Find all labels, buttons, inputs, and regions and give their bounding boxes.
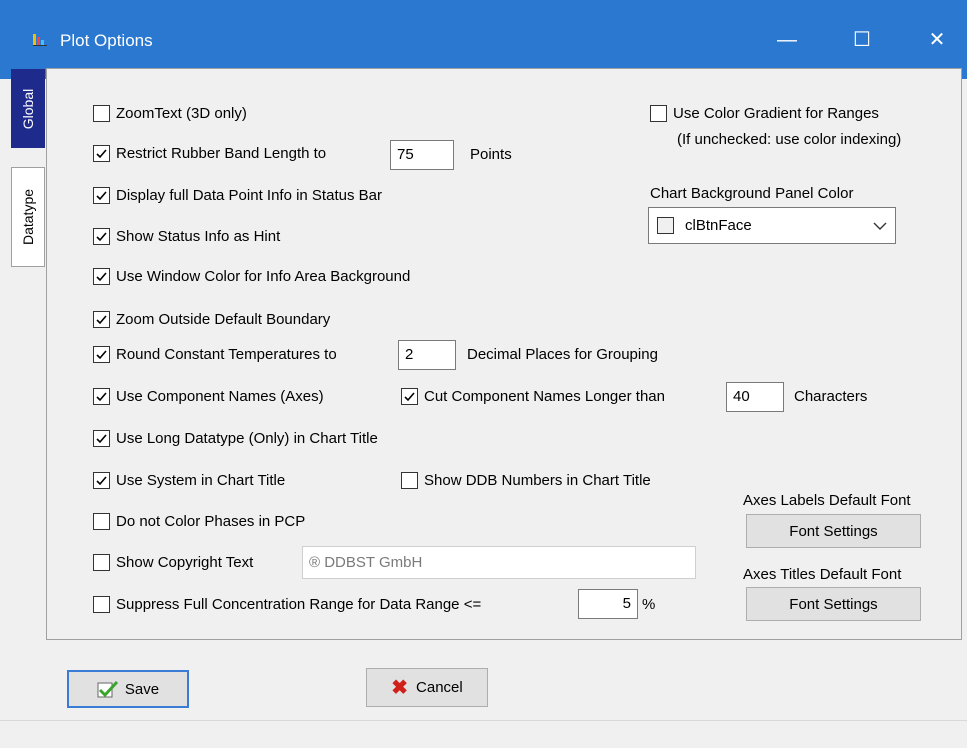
color-gradient-option[interactable]: Use Color Gradient for Ranges [650, 105, 879, 122]
status-strip [0, 720, 967, 748]
ddb-numbers-option[interactable]: Show DDB Numbers in Chart Title [401, 472, 651, 489]
cut-names-option[interactable]: Cut Component Names Longer than [401, 388, 665, 405]
tab-datatype[interactable]: Datatype [11, 167, 45, 267]
copyright-checkbox[interactable] [93, 554, 110, 571]
zoom-text-checkbox[interactable] [93, 105, 110, 122]
save-button[interactable]: Save [67, 670, 189, 708]
decimal-places-label: Decimal Places for Grouping [467, 346, 658, 363]
zoom-text-option[interactable]: ZoomText (3D only) [93, 105, 247, 122]
cancel-x-icon: ✖ [391, 677, 409, 699]
rubber-band-checkbox[interactable] [93, 145, 110, 162]
cancel-button[interactable]: ✖ Cancel [366, 668, 488, 707]
background-color-select[interactable]: clBtnFace [648, 207, 896, 244]
round-temps-option[interactable]: Round Constant Temperatures to [93, 346, 337, 363]
suppress-range-input[interactable]: 5 [578, 589, 638, 619]
points-label: Points [470, 146, 512, 163]
system-title-checkbox[interactable] [93, 472, 110, 489]
copyright-option[interactable]: Show Copyright Text [93, 554, 253, 571]
color-gradient-checkbox[interactable] [650, 105, 667, 122]
long-datatype-option[interactable]: Use Long Datatype (Only) in Chart Title [93, 430, 378, 447]
window-color-option[interactable]: Use Window Color for Info Area Backgroun… [93, 268, 410, 285]
axes-titles-font-title: Axes Titles Default Font [743, 566, 902, 583]
tab-global[interactable]: Global [11, 69, 45, 148]
component-names-option[interactable]: Use Component Names (Axes) [93, 388, 324, 405]
suppress-range-option[interactable]: Suppress Full Concentration Range for Da… [93, 596, 481, 613]
ddb-numbers-checkbox[interactable] [401, 472, 418, 489]
titles-font-settings-button[interactable]: Font Settings [746, 587, 921, 621]
display-full-info-option[interactable]: Display full Data Point Info in Status B… [93, 187, 382, 204]
rubber-band-length-input[interactable]: 75 [390, 140, 454, 170]
cut-names-input[interactable]: 40 [726, 382, 784, 412]
labels-font-settings-button[interactable]: Font Settings [746, 514, 921, 548]
cut-names-checkbox[interactable] [401, 388, 418, 405]
system-title-option[interactable]: Use System in Chart Title [93, 472, 285, 489]
status-hint-checkbox[interactable] [93, 228, 110, 245]
characters-label: Characters [794, 388, 868, 405]
copyright-text-input[interactable]: ® DDBST GmbH [302, 546, 696, 579]
chevron-down-icon [873, 222, 887, 230]
rubber-band-option[interactable]: Restrict Rubber Band Length to [93, 145, 326, 162]
color-swatch [657, 217, 674, 234]
window-title: Plot Options [60, 31, 153, 50]
minimize-button[interactable]: — [764, 24, 810, 56]
display-full-info-checkbox[interactable] [93, 187, 110, 204]
no-color-phases-checkbox[interactable] [93, 513, 110, 530]
round-temps-input[interactable]: 2 [398, 340, 456, 370]
save-check-icon [97, 680, 118, 698]
status-hint-option[interactable]: Show Status Info as Hint [93, 228, 280, 245]
background-color-value: clBtnFace [685, 217, 752, 234]
zoom-outside-option[interactable]: Zoom Outside Default Boundary [93, 311, 330, 328]
suppress-range-checkbox[interactable] [93, 596, 110, 613]
axes-labels-font-title: Axes Labels Default Font [743, 492, 911, 509]
window-color-checkbox[interactable] [93, 268, 110, 285]
component-names-checkbox[interactable] [93, 388, 110, 405]
no-color-phases-option[interactable]: Do not Color Phases in PCP [93, 513, 305, 530]
zoom-outside-checkbox[interactable] [93, 311, 110, 328]
color-gradient-note: (If unchecked: use color indexing) [677, 131, 902, 148]
close-button[interactable]: ✕ [914, 24, 960, 56]
long-datatype-checkbox[interactable] [93, 430, 110, 447]
maximize-button[interactable]: ☐ [839, 24, 885, 56]
percent-label: % [642, 596, 656, 613]
round-temps-checkbox[interactable] [93, 346, 110, 363]
background-color-label: Chart Background Panel Color [650, 185, 854, 202]
chart-icon [33, 34, 47, 46]
